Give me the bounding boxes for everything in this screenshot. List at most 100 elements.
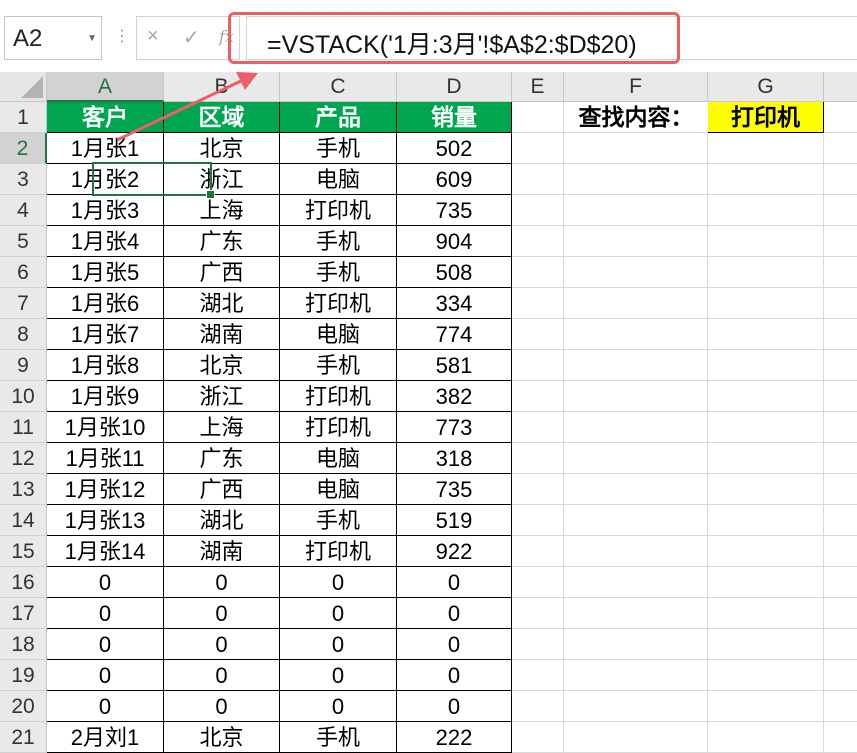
column-header-e[interactable]: E xyxy=(512,72,564,102)
table-cell[interactable]: 北京 xyxy=(164,133,280,164)
table-cell[interactable]: 0 xyxy=(164,660,280,691)
table-cell[interactable]: 0 xyxy=(397,691,512,722)
column-header-c[interactable]: C xyxy=(280,72,397,102)
empty-cell[interactable] xyxy=(708,474,824,505)
table-cell[interactable]: 318 xyxy=(397,443,512,474)
column-header-b[interactable]: B xyxy=(164,72,280,102)
row-header-7[interactable]: 7 xyxy=(0,288,47,319)
table-cell[interactable]: 0 xyxy=(397,567,512,598)
row-header-13[interactable]: 13 xyxy=(0,474,47,505)
table-cell[interactable]: 382 xyxy=(397,381,512,412)
empty-cell[interactable] xyxy=(512,660,564,691)
empty-cell[interactable] xyxy=(824,350,857,381)
empty-cell[interactable] xyxy=(824,288,857,319)
table-cell[interactable]: 735 xyxy=(397,195,512,226)
empty-cell[interactable] xyxy=(824,505,857,536)
table-cell[interactable]: 581 xyxy=(397,350,512,381)
table-cell[interactable]: 广西 xyxy=(164,257,280,288)
table-cell[interactable]: 手机 xyxy=(280,257,397,288)
empty-cell[interactable] xyxy=(564,474,708,505)
table-cell[interactable]: 922 xyxy=(397,536,512,567)
empty-cell[interactable] xyxy=(824,474,857,505)
chevron-down-icon[interactable]: ▼ xyxy=(87,33,97,44)
empty-cell[interactable] xyxy=(564,722,708,753)
table-cell[interactable]: 0 xyxy=(280,567,397,598)
table-cell[interactable]: 0 xyxy=(164,691,280,722)
insert-function-icon[interactable]: fx xyxy=(219,27,234,46)
empty-cell[interactable] xyxy=(512,288,564,319)
empty-cell[interactable] xyxy=(824,319,857,350)
table-cell[interactable]: 1月张10 xyxy=(47,412,164,443)
cancel-icon[interactable]: × xyxy=(147,25,159,48)
empty-cell[interactable] xyxy=(824,195,857,226)
empty-cell[interactable] xyxy=(564,257,708,288)
table-cell[interactable]: 广西 xyxy=(164,474,280,505)
table-cell[interactable]: 广东 xyxy=(164,443,280,474)
empty-cell[interactable] xyxy=(708,412,824,443)
empty-cell[interactable] xyxy=(708,567,824,598)
empty-cell[interactable] xyxy=(564,536,708,567)
table-cell[interactable]: 0 xyxy=(47,567,164,598)
table-cell[interactable]: 508 xyxy=(397,257,512,288)
column-header-a[interactable]: A xyxy=(47,72,164,102)
empty-cell[interactable] xyxy=(564,660,708,691)
empty-cell[interactable] xyxy=(824,102,857,133)
empty-cell[interactable] xyxy=(512,319,564,350)
table-cell[interactable]: 1月张8 xyxy=(47,350,164,381)
table-cell[interactable]: 手机 xyxy=(280,722,397,753)
table-cell[interactable]: 北京 xyxy=(164,722,280,753)
table-cell[interactable]: 手机 xyxy=(280,133,397,164)
empty-cell[interactable] xyxy=(708,288,824,319)
table-cell[interactable]: 打印机 xyxy=(280,536,397,567)
table-header-cell[interactable]: 产品 xyxy=(280,102,397,133)
empty-cell[interactable] xyxy=(824,567,857,598)
row-header-8[interactable]: 8 xyxy=(0,319,47,350)
column-header-next[interactable] xyxy=(824,72,857,102)
empty-cell[interactable] xyxy=(824,660,857,691)
table-header-cell[interactable]: 区域 xyxy=(164,102,280,133)
empty-cell[interactable] xyxy=(564,350,708,381)
table-cell[interactable]: 609 xyxy=(397,164,512,195)
empty-cell[interactable] xyxy=(512,691,564,722)
empty-cell[interactable] xyxy=(512,412,564,443)
table-cell[interactable]: 1月张2 xyxy=(47,164,164,195)
table-cell[interactable]: 浙江 xyxy=(164,164,280,195)
table-cell[interactable]: 0 xyxy=(164,598,280,629)
table-cell[interactable]: 湖南 xyxy=(164,319,280,350)
empty-cell[interactable] xyxy=(512,164,564,195)
empty-cell[interactable] xyxy=(564,691,708,722)
table-cell[interactable]: 浙江 xyxy=(164,381,280,412)
row-header-18[interactable]: 18 xyxy=(0,629,47,660)
empty-cell[interactable] xyxy=(708,350,824,381)
empty-cell[interactable] xyxy=(708,443,824,474)
table-cell[interactable]: 1月张13 xyxy=(47,505,164,536)
empty-cell[interactable] xyxy=(708,381,824,412)
empty-cell[interactable] xyxy=(564,195,708,226)
empty-cell[interactable] xyxy=(564,226,708,257)
empty-cell[interactable] xyxy=(824,536,857,567)
select-all-button[interactable] xyxy=(0,72,47,102)
name-box[interactable]: A2 ▼ xyxy=(4,16,102,60)
row-header-3[interactable]: 3 xyxy=(0,164,47,195)
drag-handle-icon[interactable]: ⋮ xyxy=(114,26,130,46)
table-cell[interactable]: 打印机 xyxy=(280,195,397,226)
table-header-cell[interactable]: 销量 xyxy=(397,102,512,133)
table-cell[interactable]: 0 xyxy=(47,598,164,629)
table-cell[interactable]: 电脑 xyxy=(280,474,397,505)
table-cell[interactable]: 1月张7 xyxy=(47,319,164,350)
empty-cell[interactable] xyxy=(708,164,824,195)
table-cell[interactable]: 0 xyxy=(280,598,397,629)
table-cell[interactable]: 1月张5 xyxy=(47,257,164,288)
table-cell[interactable]: 2月刘1 xyxy=(47,722,164,753)
table-cell[interactable]: 1月张4 xyxy=(47,226,164,257)
table-cell[interactable]: 北京 xyxy=(164,350,280,381)
empty-cell[interactable] xyxy=(708,691,824,722)
table-cell[interactable]: 0 xyxy=(397,660,512,691)
table-cell[interactable]: 1月张11 xyxy=(47,443,164,474)
empty-cell[interactable] xyxy=(824,629,857,660)
column-header-g[interactable]: G xyxy=(708,72,824,102)
empty-cell[interactable] xyxy=(824,226,857,257)
empty-cell[interactable] xyxy=(708,257,824,288)
table-cell[interactable]: 打印机 xyxy=(280,412,397,443)
empty-cell[interactable] xyxy=(512,195,564,226)
